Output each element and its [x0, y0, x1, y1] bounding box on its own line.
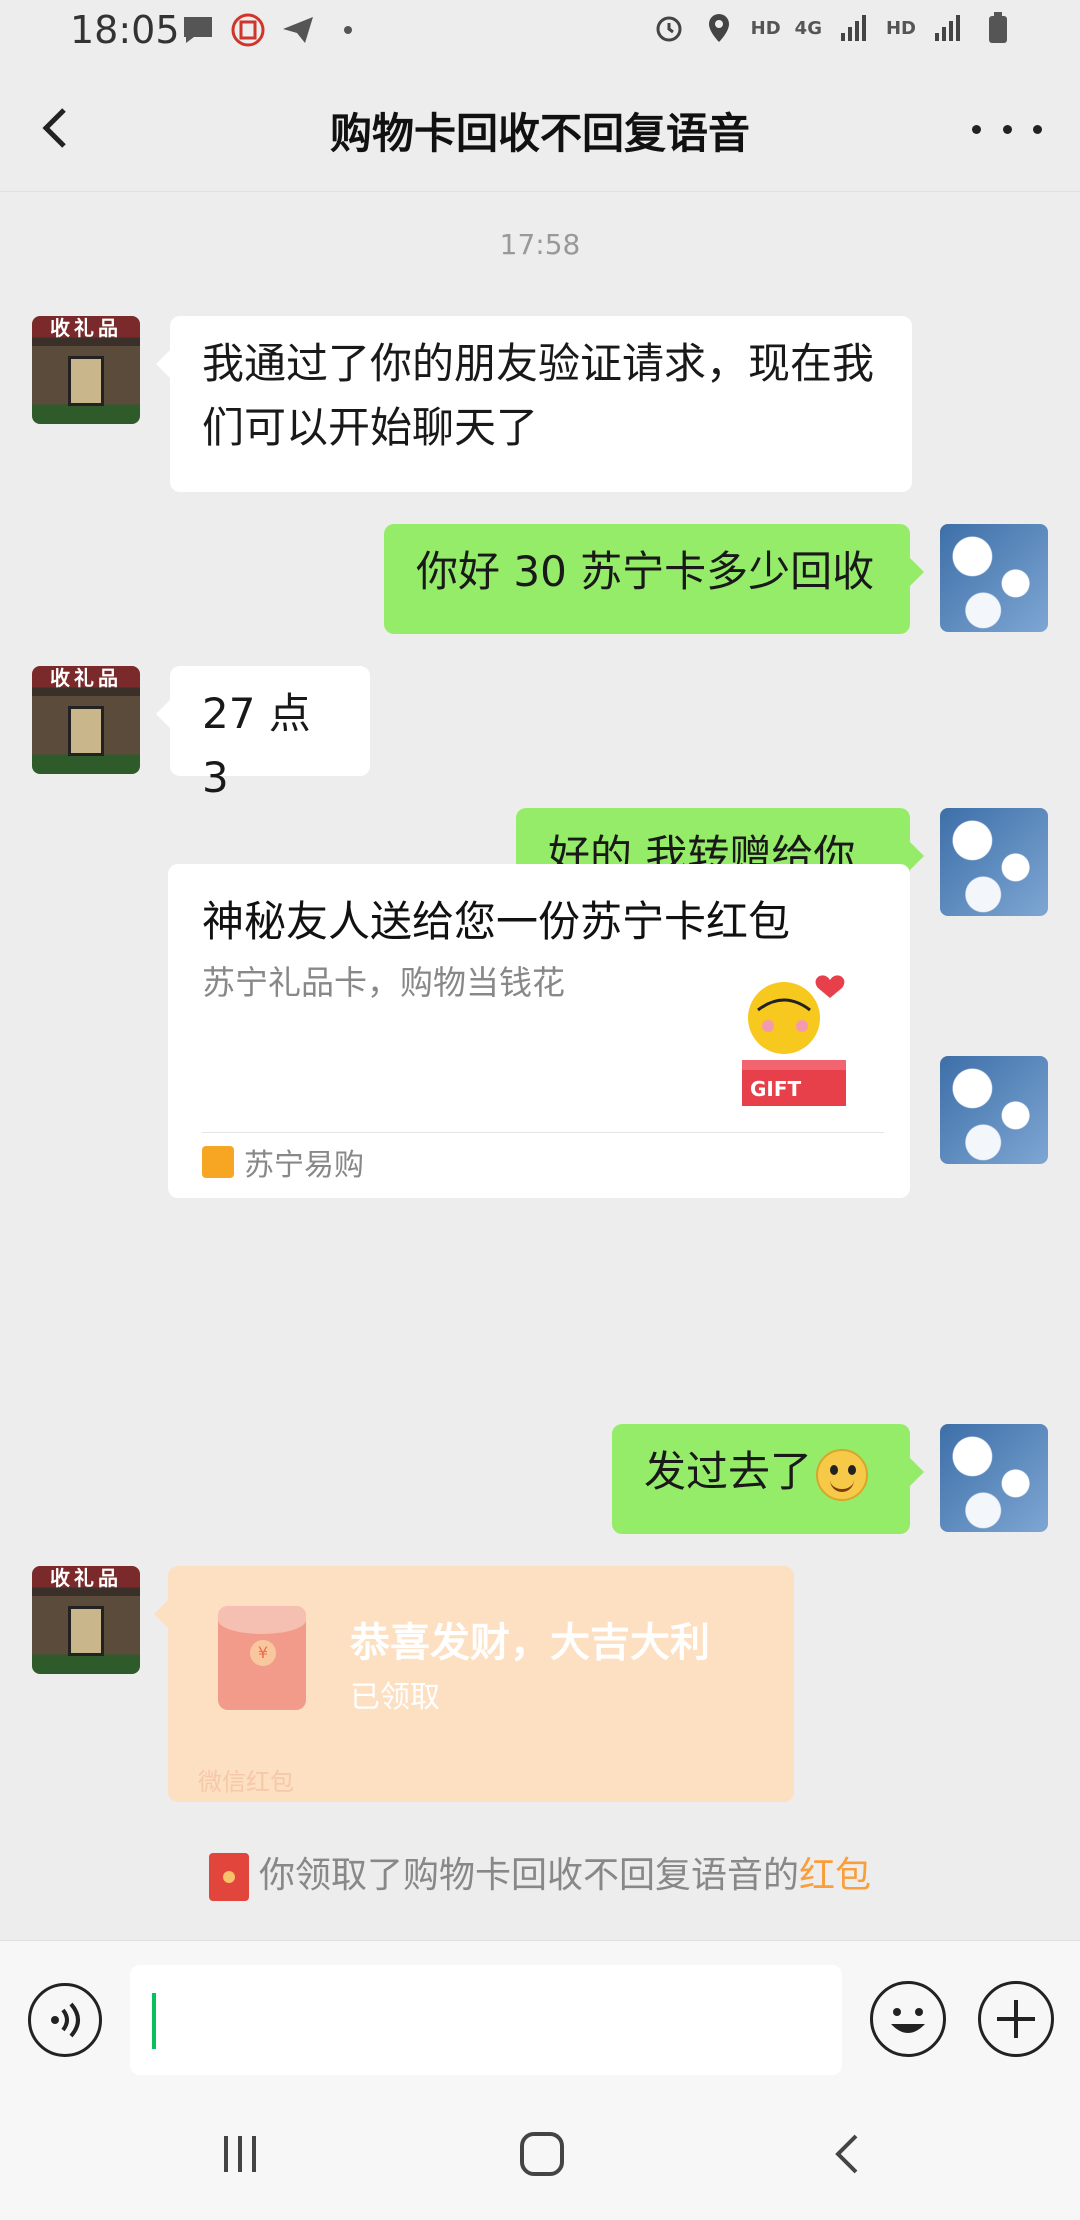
emoji-icon	[891, 2008, 925, 2033]
shop-sign: 收礼品	[50, 1566, 122, 1590]
card-title: 神秘友人送给您一份苏宁卡红包	[202, 897, 791, 946]
message-icon	[180, 12, 216, 48]
message-bubble[interactable]: 我通过了你的朋友验证请求，现在我们可以开始聊天了	[156, 316, 912, 492]
more-actions-button[interactable]	[978, 1981, 1054, 2057]
more-button[interactable]	[972, 114, 1042, 144]
shop-door	[68, 356, 104, 406]
gift-icon: GIFT	[742, 975, 846, 1106]
gift-label: GIFT	[750, 1077, 802, 1101]
contact-avatar[interactable]: 收礼品	[32, 666, 140, 774]
red-packet-icon	[208, 1853, 249, 1901]
red-packet-message[interactable]: ¥ 恭喜发财，大吉大利 已领取 微信红包	[154, 1566, 794, 1802]
net-label: 4G	[794, 17, 822, 39]
home-icon	[520, 2132, 564, 2176]
gift-card-message[interactable]: 神秘友人送给您一份苏宁卡红包 苏宁礼品卡，购物当钱花 GIFT 苏宁易购	[168, 864, 910, 1198]
message-input[interactable]	[130, 1965, 842, 2075]
red-packet-footer: 微信红包	[198, 1768, 294, 1796]
chat-title: 购物卡回收不回复语音	[329, 109, 750, 158]
chat-header: 购物卡回收不回复语音	[0, 64, 1080, 192]
hd-label-2: HD	[885, 17, 916, 39]
card-source-name: 苏宁易购	[244, 1148, 364, 1183]
system-navigation	[0, 2080, 1080, 2220]
dot-icon	[972, 124, 981, 134]
recents-icon	[224, 2136, 256, 2172]
signal-icon	[836, 10, 872, 46]
dot-icon	[1033, 124, 1042, 134]
divider	[202, 1132, 884, 1133]
back-nav-button[interactable]	[818, 2124, 878, 2184]
back-icon	[835, 2134, 858, 2174]
bank-icon	[230, 12, 266, 48]
notification-icons	[180, 12, 366, 48]
input-bar	[0, 1940, 1080, 2080]
hd-label: HD	[750, 17, 781, 39]
red-packet-link[interactable]: 红包	[799, 1855, 871, 1896]
smile-emoji-icon	[816, 1448, 869, 1501]
red-packet-title: 恭喜发财，大吉大利	[350, 1620, 710, 1666]
my-avatar[interactable]	[940, 524, 1048, 632]
system-icons: HD 4G HD	[651, 10, 1016, 46]
my-avatar[interactable]	[940, 1424, 1048, 1532]
contact-avatar[interactable]: 收礼品	[32, 316, 140, 424]
shop-sign: 收礼品	[50, 316, 122, 340]
shop-door	[68, 706, 104, 756]
dot-icon	[330, 12, 366, 48]
home-button[interactable]	[512, 2124, 572, 2184]
my-avatar[interactable]	[940, 1056, 1048, 1164]
system-message: 你领取了购物卡回收不回复语音的红包	[0, 1846, 1080, 1901]
my-avatar[interactable]	[940, 808, 1048, 916]
send-icon	[280, 12, 316, 48]
card-source: 苏宁易购	[202, 1140, 364, 1184]
status-time: 18:05	[70, 8, 180, 52]
yuan-coin-icon: ¥	[250, 1640, 276, 1666]
contact-avatar[interactable]: 收礼品	[32, 1566, 140, 1674]
alarm-icon	[651, 10, 687, 46]
emoji-button[interactable]	[870, 1981, 946, 2057]
red-packet-icon: ¥	[218, 1606, 306, 1710]
recents-button[interactable]	[210, 2124, 270, 2184]
message-text: 发过去了	[644, 1447, 813, 1496]
status-bar: 18:05 HD 4G HD	[0, 0, 1080, 64]
voice-icon	[51, 2002, 80, 2038]
system-message-text: 你领取了购物卡回收不回复语音的	[258, 1855, 799, 1896]
message-bubble[interactable]: 27 点 3	[156, 666, 370, 802]
battery-icon	[980, 10, 1016, 46]
voice-button[interactable]	[28, 1983, 102, 2057]
signal-icon-2	[930, 10, 966, 46]
message-bubble[interactable]: 你好 30 苏宁卡多少回收	[384, 524, 924, 634]
timestamp: 17:58	[499, 228, 581, 261]
shop-sign: 收礼品	[50, 666, 122, 690]
shop-door	[68, 1606, 104, 1656]
dot-icon	[1002, 124, 1012, 134]
location-icon	[701, 10, 737, 46]
text-caret	[152, 1993, 156, 2049]
plus-icon	[997, 2000, 1035, 2038]
message-bubble[interactable]: 发过去了	[612, 1424, 924, 1534]
card-description: 苏宁礼品卡，购物当钱花	[202, 963, 565, 1002]
red-packet-status: 已领取	[350, 1680, 440, 1715]
suning-logo-icon	[202, 1146, 234, 1178]
